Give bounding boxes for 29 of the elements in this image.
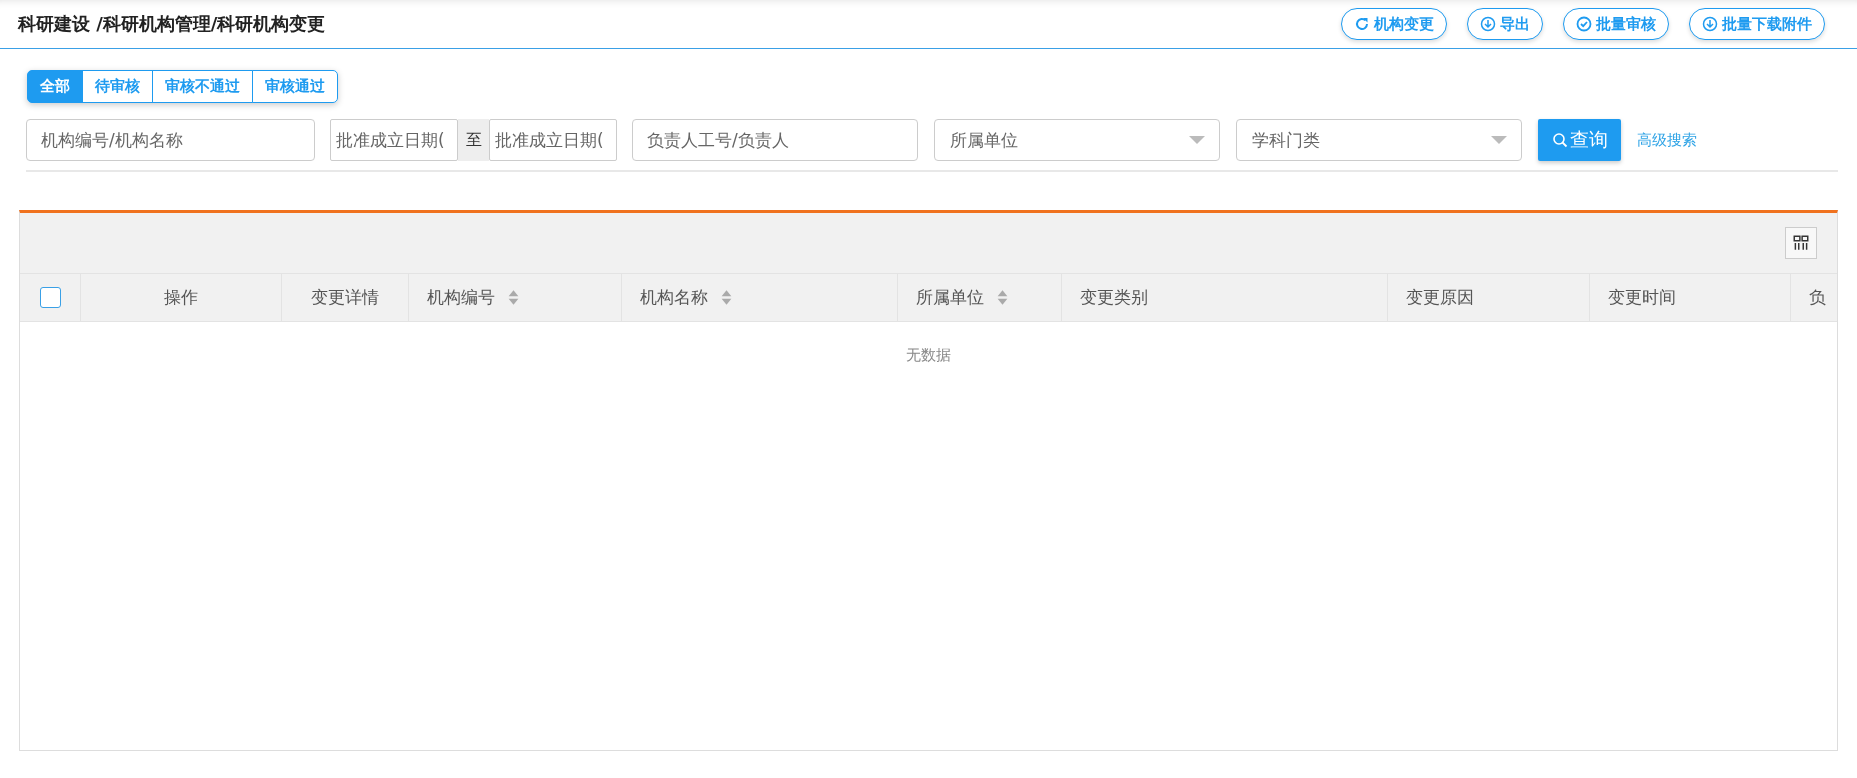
columns-icon (1792, 234, 1810, 252)
column-header[interactable]: 机构编号 (409, 274, 622, 321)
unit-select[interactable]: 所属单位 (934, 119, 1220, 161)
check-circle-icon (1576, 16, 1592, 32)
sort-icon[interactable] (720, 289, 733, 306)
download-icon (1480, 16, 1496, 32)
discipline-select[interactable]: 学科门类 (1236, 119, 1522, 161)
column-header[interactable]: 操作 (81, 274, 282, 321)
column-header[interactable]: 负 (1791, 274, 1837, 321)
column-header[interactable]: 机构名称 (622, 274, 898, 321)
refresh-icon (1354, 16, 1370, 32)
search-icon (1551, 132, 1568, 148)
sort-icon[interactable] (996, 289, 1009, 306)
empty-message: 无数据 (906, 346, 951, 365)
column-header[interactable]: 变更原因 (1388, 274, 1590, 321)
breadcrumb: 科研建设 /科研机构管理/科研机构变更 (18, 12, 326, 36)
keyword-field[interactable]: 机构编号/机构名称 (26, 119, 315, 161)
start-date-field[interactable]: 批准成立日期( (330, 119, 458, 161)
column-header[interactable]: 变更类别 (1062, 274, 1388, 321)
column-header[interactable]: 变更详情 (282, 274, 409, 321)
download-icon (1702, 16, 1718, 32)
end-date-field[interactable]: 批准成立日期( (489, 119, 617, 161)
columns-button[interactable] (1785, 227, 1817, 259)
column-header[interactable]: 变更时间 (1590, 274, 1791, 321)
column-header[interactable]: 所属单位 (898, 274, 1062, 321)
date-separator: 至 (458, 119, 489, 161)
sort-icon[interactable] (507, 289, 520, 306)
select-all-checkbox[interactable] (39, 287, 61, 308)
leader-field[interactable]: 负责人工号/负责人 (632, 119, 918, 161)
